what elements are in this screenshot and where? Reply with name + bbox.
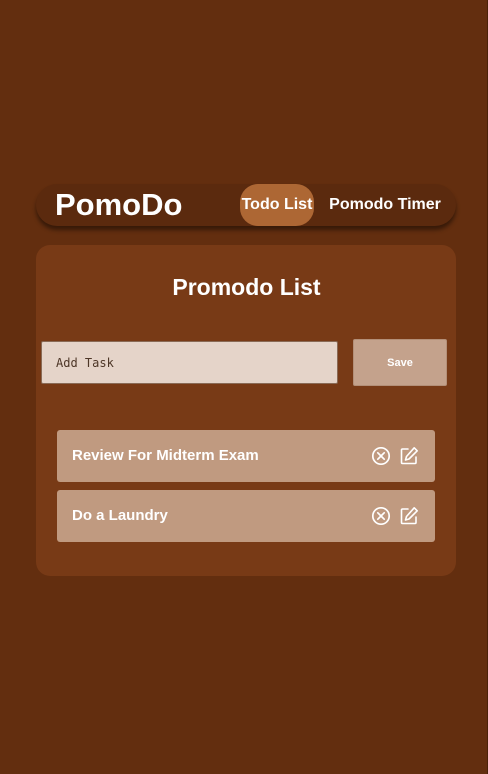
save-button[interactable]: Save — [353, 339, 447, 386]
edit-task-icon[interactable] — [399, 506, 419, 526]
list-title: Promodo List — [172, 274, 321, 300]
task-item: Do a Laundry — [57, 490, 435, 542]
task-text: Do a Laundry — [72, 507, 168, 524]
tab-pomodo-timer[interactable]: Pomodo Timer — [326, 184, 444, 226]
add-task-input[interactable] — [41, 341, 338, 384]
delete-task-icon[interactable] — [371, 446, 391, 466]
tab-todo-list[interactable]: Todo List — [240, 184, 314, 226]
task-item: Review For Midterm Exam — [57, 430, 435, 482]
edit-task-icon[interactable] — [399, 446, 419, 466]
delete-task-icon[interactable] — [371, 506, 391, 526]
navbar: PomoDo Todo List Pomodo Timer — [36, 184, 456, 226]
task-text: Review For Midterm Exam — [72, 447, 259, 464]
app-brand: PomoDo — [55, 187, 183, 222]
